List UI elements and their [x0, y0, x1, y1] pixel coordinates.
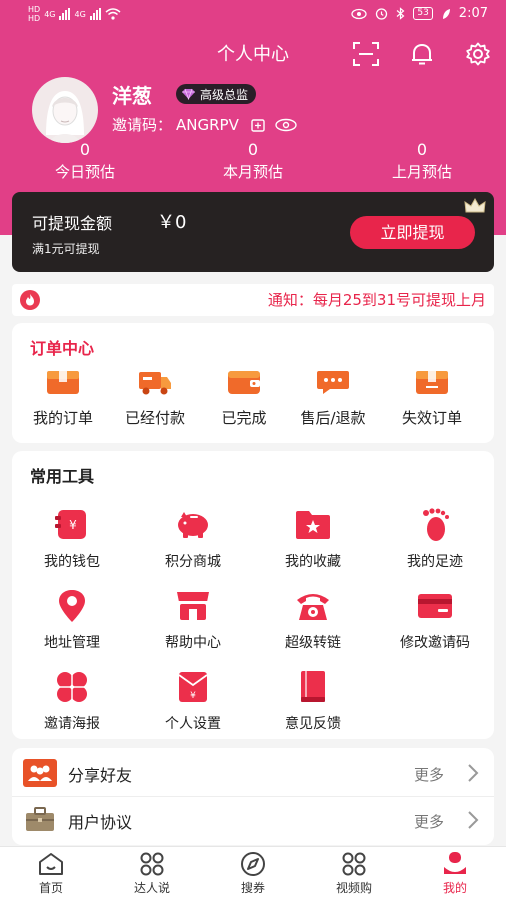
wallet-yen-icon: ¥ [55, 510, 86, 539]
footprint-icon [423, 508, 449, 541]
bottom-nav: 首页 达人说 搜券 视频购 我的 [0, 846, 506, 900]
delivery-truck-icon [139, 372, 171, 395]
username: 洋葱 [112, 84, 152, 108]
tool-personal-settings[interactable]: ¥ 个人设置 [138, 669, 248, 733]
battery-indicator: 53 [413, 7, 433, 20]
nav-video-shop[interactable]: 视频购 [314, 851, 394, 896]
alarm-icon [376, 8, 388, 20]
stat-this-month[interactable]: 0 本月预估 [188, 140, 318, 182]
network-type-2: 4G [74, 9, 86, 19]
tool-edit-invite-code[interactable]: 修改邀请码 [380, 588, 490, 652]
bell-icon[interactable] [408, 41, 436, 67]
compass-icon [241, 852, 265, 876]
home-icon [39, 853, 63, 875]
tool-feedback[interactable]: 意见反馈 [258, 669, 368, 733]
status-bar: HD HD 4G 4G 53 2:07 [0, 0, 506, 30]
chevron-right-icon [468, 811, 479, 829]
eye-icon[interactable] [275, 118, 297, 132]
scan-icon[interactable] [352, 41, 380, 67]
tool-invite-poster[interactable]: 邀请海报 [17, 669, 127, 733]
briefcase-icon [26, 807, 54, 831]
copy-icon[interactable] [251, 118, 265, 132]
diamond-icon [182, 88, 195, 100]
star-folder-icon [296, 511, 330, 539]
invite-code-row: 邀请码： ANGRPV [112, 114, 297, 135]
tool-super-link[interactable]: 超级转链 [258, 588, 368, 652]
nav-coupons[interactable]: 搜券 [213, 851, 293, 896]
tool-my-wallet[interactable]: ¥ 我的钱包 [17, 507, 127, 571]
withdraw-label: 可提现金额 [32, 214, 113, 233]
withdraw-amount: ￥0 [157, 212, 187, 233]
order-item-my-orders[interactable]: 我的订单 [13, 368, 113, 428]
clock: 2:07 [458, 6, 488, 21]
invite-code: ANGRPV [176, 115, 239, 134]
wifi-icon [105, 8, 121, 20]
tool-help-center[interactable]: 帮助中心 [138, 588, 248, 652]
common-tools-card: 常用工具 ¥ 我的钱包 积分商城 我的收藏 我的足迹 地址管理 帮助中心 超级转… [12, 451, 494, 739]
clover-icon [57, 672, 87, 702]
notice-bar[interactable]: 通知：每月25到31号可提现上月 [12, 284, 494, 316]
order-item-expired[interactable]: 失效订单 [382, 368, 482, 428]
location-pin-icon [59, 590, 85, 622]
eye-icon [351, 8, 367, 19]
nav-home[interactable]: 首页 [11, 851, 91, 896]
sim-indicators: HD HD [28, 5, 41, 23]
list-row-user-agreement[interactable]: 用户协议 更多 [12, 796, 494, 842]
order-box-icon [47, 371, 79, 394]
network-type-1: 4G [44, 9, 56, 19]
signal-icon [89, 8, 101, 20]
tool-address-management[interactable]: 地址管理 [17, 588, 127, 652]
book-icon [301, 671, 325, 702]
tool-my-favorites[interactable]: 我的收藏 [258, 507, 368, 571]
stat-today[interactable]: 0 今日预估 [20, 140, 150, 182]
gear-icon[interactable] [464, 41, 492, 67]
red-envelope-icon: ¥ [178, 672, 208, 702]
piggy-bank-icon [178, 512, 208, 538]
expired-box-icon [416, 371, 448, 394]
nav-profile[interactable]: 我的 [415, 851, 495, 896]
withdraw-note: 满1元可提现 [32, 242, 100, 256]
svg-text:¥: ¥ [190, 691, 196, 701]
order-item-completed[interactable]: 已完成 [194, 368, 294, 428]
order-item-paid[interactable]: 已经付款 [105, 368, 205, 428]
notice-text: 通知：每月25到31号可提现上月 [267, 291, 486, 309]
common-tools-title: 常用工具 [30, 467, 95, 486]
withdraw-button[interactable]: 立即提现 [350, 216, 475, 249]
order-center-card: 订单中心 我的订单 已经付款 已完成 售后/退款 失效订单 [12, 323, 494, 443]
profile-icon [444, 852, 466, 874]
order-item-refund[interactable]: 售后/退款 [283, 368, 383, 428]
level-badge: 高级总监 [176, 84, 257, 104]
grid-icon [342, 852, 366, 876]
avatar[interactable] [32, 77, 98, 143]
order-center-title: 订单中心 [30, 339, 95, 358]
grid-icon [140, 852, 164, 876]
tool-points-mall[interactable]: 积分商城 [138, 507, 248, 571]
avatar-illustration [46, 91, 84, 143]
shop-icon [177, 592, 209, 620]
invite-label: 邀请码： [112, 116, 173, 134]
fire-icon [20, 290, 40, 310]
wallet-icon [228, 371, 260, 394]
share-friends-icon [23, 759, 57, 787]
withdraw-card: 可提现金额 ￥0 满1元可提现 立即提现 [12, 192, 494, 272]
tool-my-footprints[interactable]: 我的足迹 [380, 507, 490, 571]
card-icon [418, 594, 452, 618]
chevron-right-icon [468, 764, 479, 782]
signal-icon [59, 8, 71, 20]
stat-last-month[interactable]: 0 上月预估 [357, 140, 487, 182]
bluetooth-icon [396, 7, 405, 20]
chat-bubble-icon [317, 371, 349, 394]
list-row-share-friends[interactable]: 分享好友 更多 [12, 750, 494, 796]
svg-text:¥: ¥ [69, 518, 77, 532]
telephone-icon [297, 594, 329, 620]
settings-list: 分享好友 更多 用户协议 更多 [12, 748, 494, 845]
nav-experts[interactable]: 达人说 [112, 851, 192, 896]
leaf-icon [442, 8, 450, 19]
crown-icon [464, 198, 486, 213]
